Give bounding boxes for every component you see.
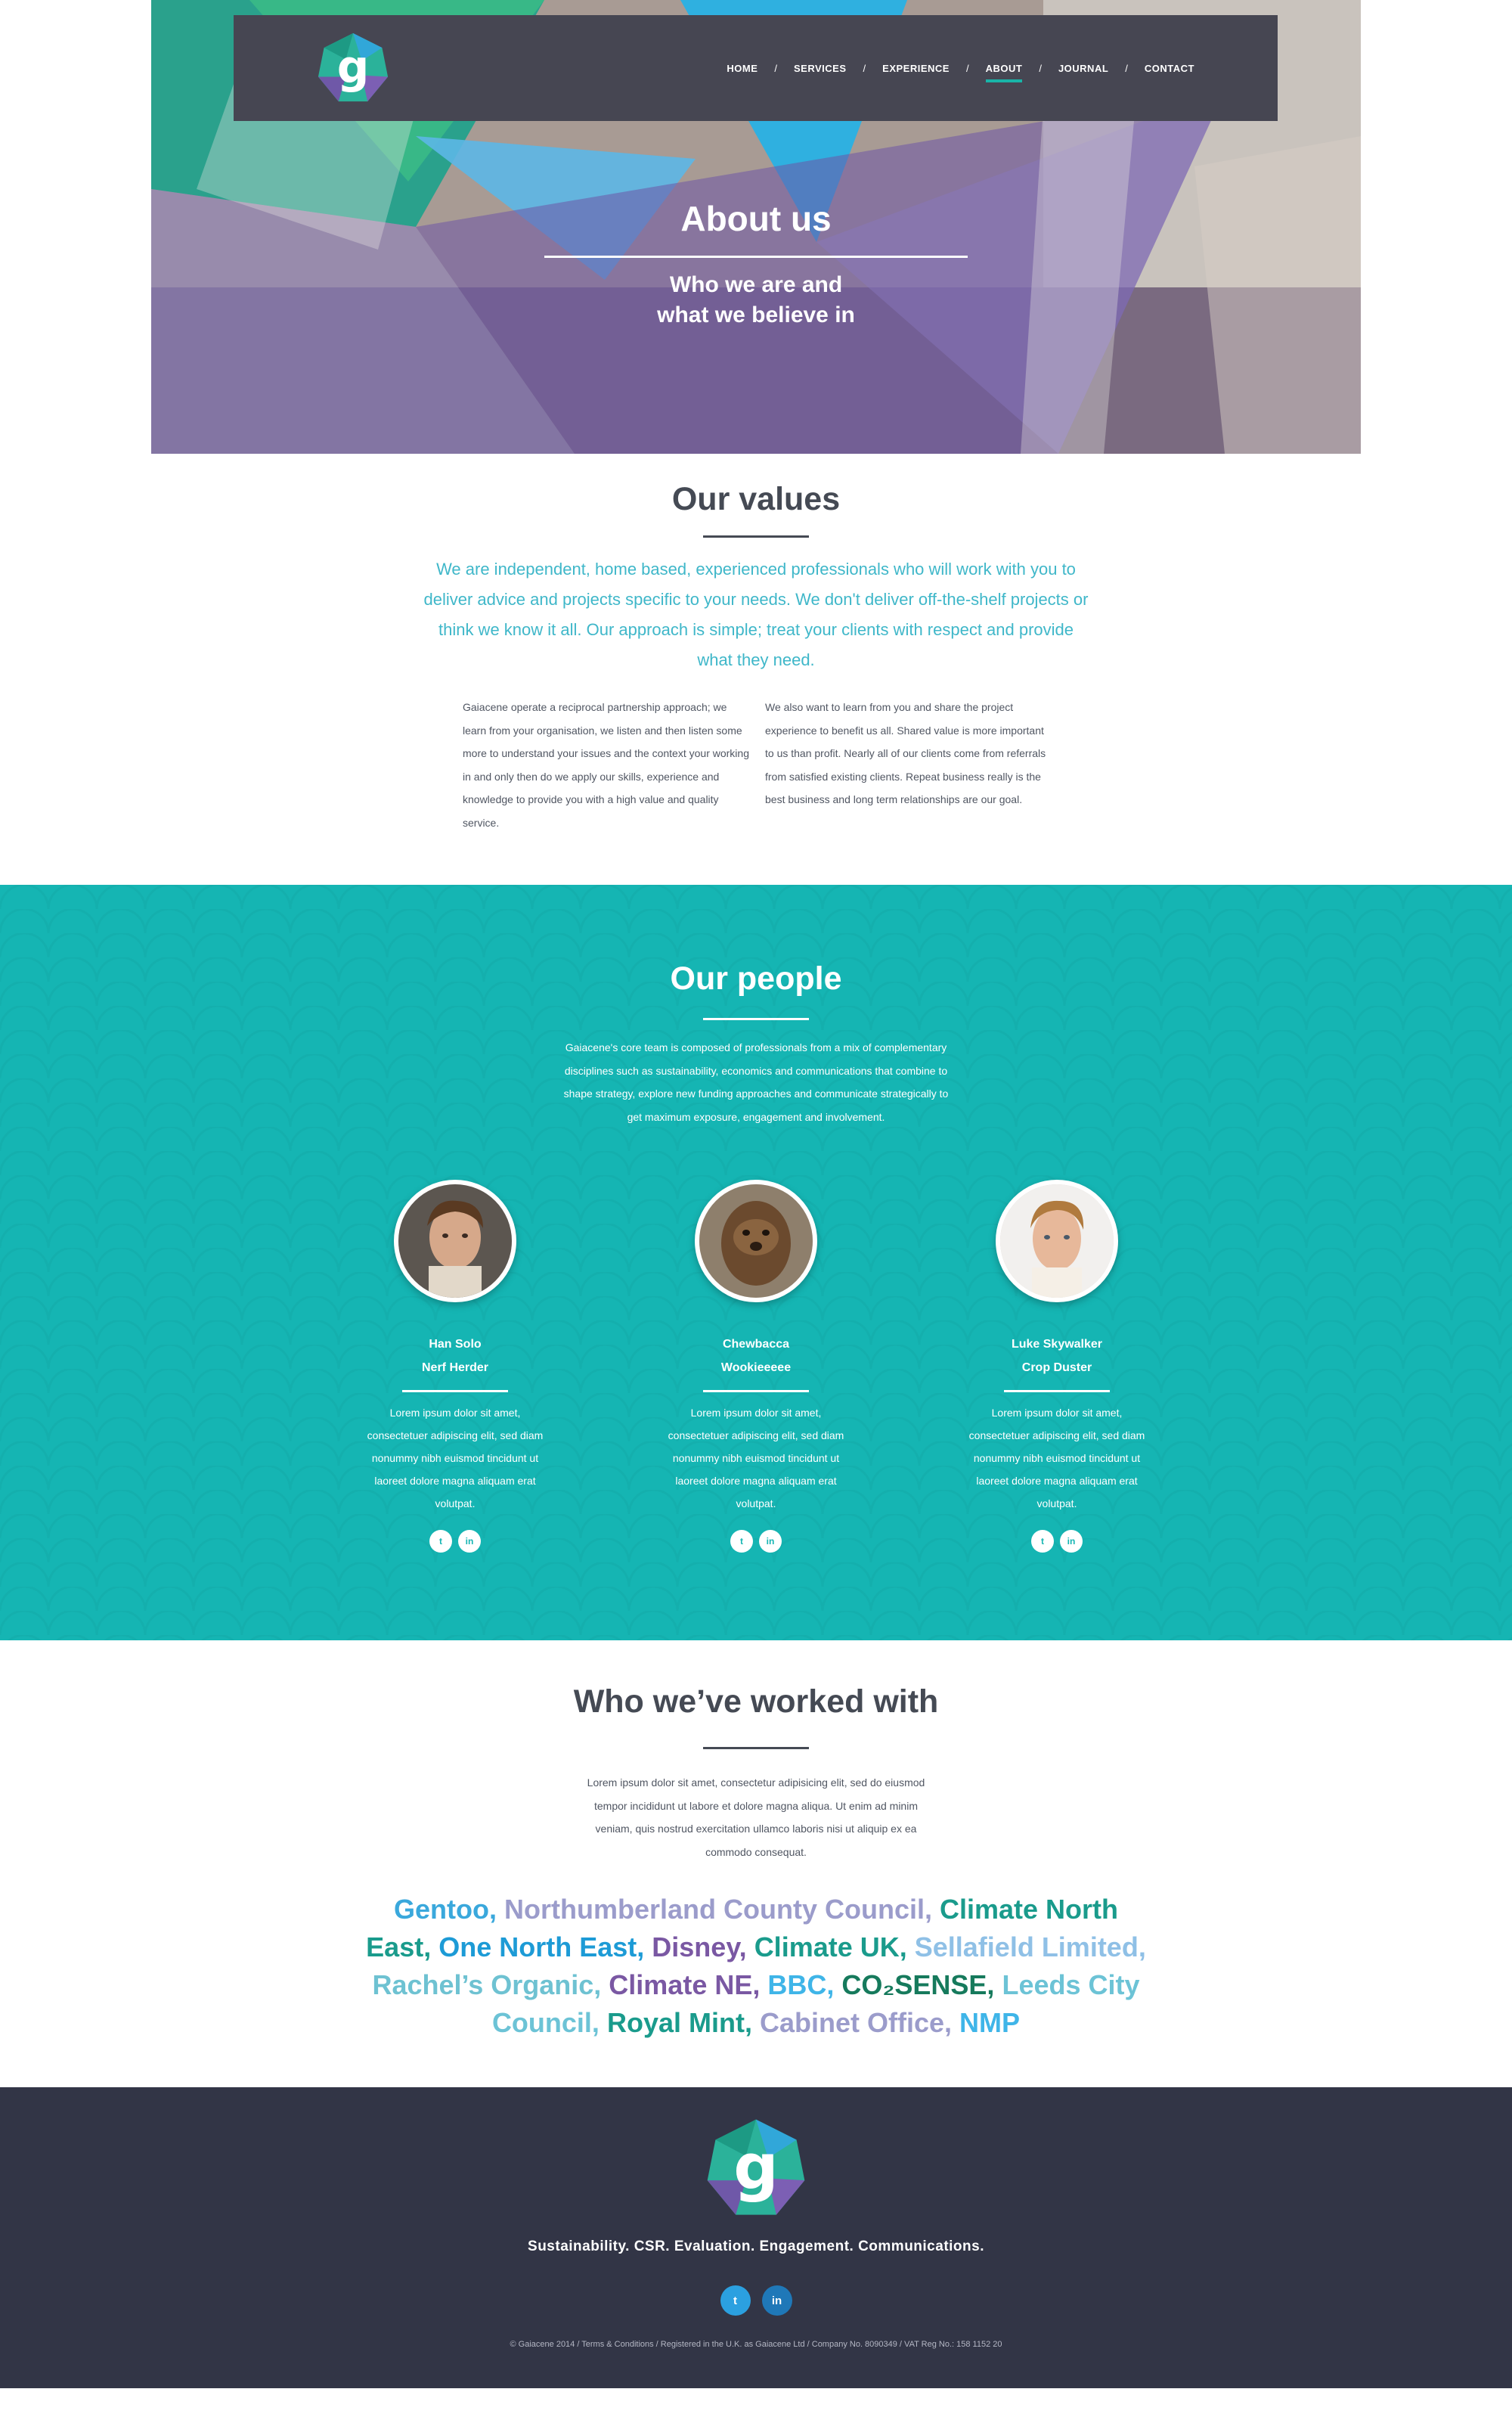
person-name-text: Chewbacca [722, 1338, 790, 1351]
svg-text:g: g [337, 42, 370, 94]
client-name: One North East, [438, 1931, 645, 1962]
person-name: Luke Skywalker Crop Duster [936, 1333, 1178, 1379]
person-divider [402, 1390, 508, 1392]
person-bio: Lorem ipsum dolor sit amet, consectetuer… [668, 1407, 844, 1509]
hero-subtitle-line1: Who we are and [669, 272, 843, 297]
values-heading: Our values [671, 481, 841, 517]
client-name: Rachel’s Organic, [372, 1969, 602, 2000]
person-social-links: t in [334, 1530, 576, 1553]
person-bio: Lorem ipsum dolor sit amet, consectetuer… [968, 1407, 1145, 1509]
linkedin-icon[interactable]: in [759, 1530, 782, 1553]
hero-divider [544, 256, 968, 258]
person-role-text: Wookieeeee [720, 1361, 792, 1374]
client-names-list: Gentoo, Northumberland County Council, C… [363, 1891, 1149, 2042]
person-card: Luke Skywalker Crop Duster Lorem ipsum d… [936, 1180, 1178, 1553]
client-name: CO₂SENSE, [841, 1969, 995, 2000]
nav-experience[interactable]: EXPERIENCE [882, 63, 950, 74]
twitter-icon[interactable]: t [1031, 1530, 1054, 1553]
client-name: Disney, [652, 1931, 747, 1962]
person-social-links: t in [635, 1530, 877, 1553]
client-name: Climate NE, [609, 1969, 761, 2000]
site-footer: g Sustainability. CSR. Evaluation. Engag… [0, 2087, 1512, 2388]
person-photo-avatar [996, 1180, 1118, 1302]
client-name: Northumberland County Council, [503, 1894, 932, 1925]
twitter-icon[interactable]: t [720, 2285, 751, 2316]
person-name: Han Solo Nerf Herder [334, 1333, 576, 1379]
person-card: Chewbacca Wookieeeee Lorem ipsum dolor s… [635, 1180, 877, 1553]
nav-journal[interactable]: JOURNAL [1058, 63, 1108, 74]
person-role-text: Nerf Herder [421, 1361, 489, 1374]
people-divider [703, 1018, 809, 1020]
footer-gaiacene-logo[interactable]: g [705, 2118, 807, 2219]
linkedin-icon[interactable]: in [1060, 1530, 1083, 1553]
values-divider [703, 535, 809, 538]
person-photo-avatar [695, 1180, 817, 1302]
footer-legal-text: © Gaiacene 2014 / Terms & Conditions / R… [510, 2340, 1002, 2349]
nav-separator: / [1125, 62, 1128, 74]
nav-home[interactable]: HOME [727, 63, 758, 74]
nav-separator: / [1039, 62, 1042, 74]
person-name-text: Han Solo [429, 1338, 482, 1351]
client-name: Gentoo, [393, 1894, 497, 1925]
nav-separator: / [965, 62, 969, 74]
client-name: Climate UK, [754, 1931, 907, 1962]
main-menu: HOME / SERVICES / EXPERIENCE / ABOUT / J… [727, 15, 1194, 121]
person-photo-avatar [394, 1180, 516, 1302]
nav-separator: / [863, 62, 866, 74]
svg-text:g: g [733, 2130, 778, 2204]
clients-heading: Who we’ve worked with [573, 1683, 939, 1720]
our-people-section: Our people Gaiacene's core team is compo… [0, 885, 1512, 1640]
linkedin-icon[interactable]: in [458, 1530, 481, 1553]
person-name: Chewbacca Wookieeeee [635, 1333, 877, 1379]
client-name: BBC, [767, 1969, 835, 2000]
top-navigation-bar: g HOME / SERVICES / EXPERIENCE / ABOUT /… [234, 15, 1278, 121]
nav-services[interactable]: SERVICES [794, 63, 847, 74]
footer-tagline: Sustainability. CSR. Evaluation. Engagem… [528, 2238, 984, 2254]
client-name: NMP [959, 2007, 1021, 2038]
client-name: Royal Mint, [606, 2007, 752, 2038]
nav-about-active[interactable]: ABOUT [985, 63, 1023, 82]
hero-title: About us [680, 199, 832, 238]
client-name: Cabinet Office, [759, 2007, 953, 2038]
hero-banner: g HOME / SERVICES / EXPERIENCE / ABOUT /… [151, 0, 1361, 454]
person-social-links: t in [936, 1530, 1178, 1553]
values-column-right: We also want to learn from you and share… [765, 701, 1046, 805]
clients-divider [703, 1747, 809, 1749]
people-intro-text: Gaiacene's core team is composed of prof… [563, 1041, 949, 1123]
values-lead-text: We are independent, home based, experien… [423, 560, 1089, 669]
people-heading: Our people [670, 960, 842, 997]
person-role-text: Crop Duster [1021, 1361, 1092, 1374]
hero-subtitle: Who we are and what we believe in [151, 270, 1361, 330]
person-bio: Lorem ipsum dolor sit amet, consectetuer… [367, 1407, 544, 1509]
clients-intro-text: Lorem ipsum dolor sit amet, consectetur … [587, 1776, 925, 1858]
person-card: Han Solo Nerf Herder Lorem ipsum dolor s… [334, 1180, 576, 1553]
person-divider [1004, 1390, 1110, 1392]
hero-subtitle-line2: what we believe in [657, 302, 855, 327]
twitter-icon[interactable]: t [429, 1530, 452, 1553]
nav-contact[interactable]: CONTACT [1145, 63, 1194, 74]
values-column-left: Gaiacene operate a reciprocal partnershi… [463, 701, 749, 829]
twitter-icon[interactable]: t [730, 1530, 753, 1553]
person-divider [703, 1390, 809, 1392]
nav-separator: / [774, 62, 778, 74]
linkedin-icon[interactable]: in [761, 2285, 792, 2316]
client-name: Sellafield Limited, [914, 1931, 1146, 1962]
person-name-text: Luke Skywalker [1011, 1338, 1103, 1351]
gaiacene-logo[interactable]: g [317, 32, 389, 104]
footer-social-links: t in [0, 2285, 1512, 2316]
